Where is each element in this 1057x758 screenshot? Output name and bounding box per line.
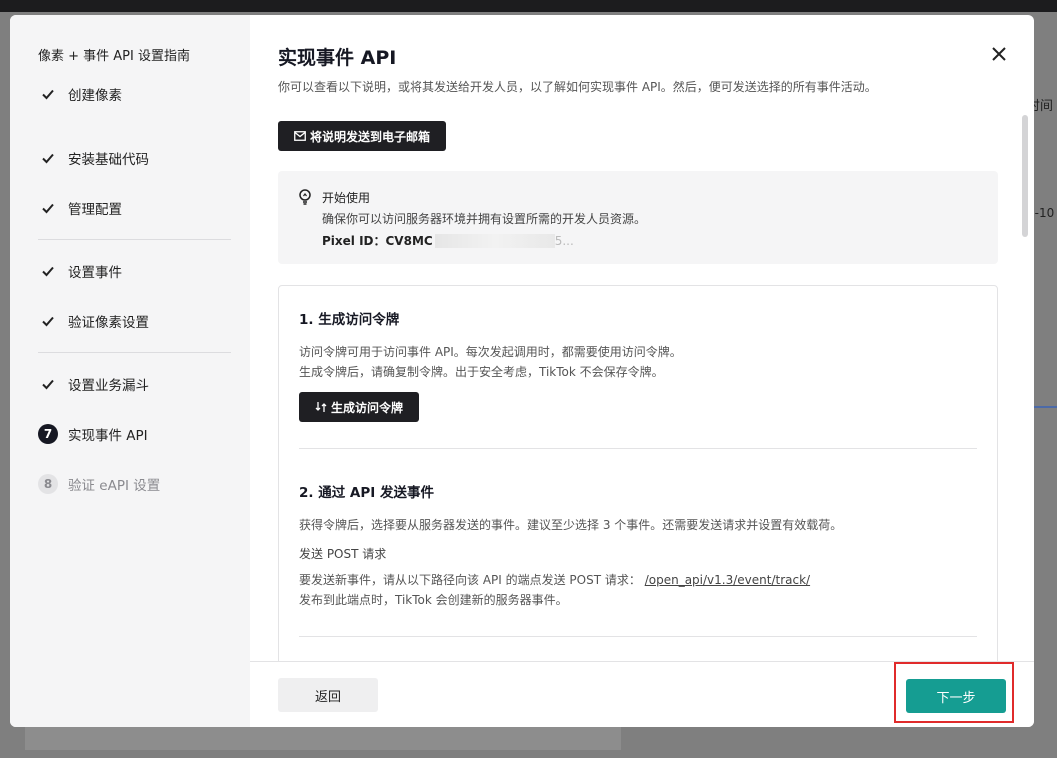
step-verify-pixel[interactable]: 验证像素设置 xyxy=(38,296,231,346)
check-icon xyxy=(38,374,58,394)
check-icon xyxy=(38,84,58,104)
step-label: 验证 eAPI 设置 xyxy=(68,478,161,494)
generate-token-button[interactable]: 生成访问令牌 xyxy=(299,392,420,422)
card-divider xyxy=(299,636,977,637)
check-icon xyxy=(38,261,58,281)
section-title: 1. 生成访问令牌 xyxy=(299,312,400,328)
step-label: 设置事件 xyxy=(68,265,122,281)
check-icon xyxy=(38,198,58,218)
info-title: 开始使用 xyxy=(322,191,371,205)
pixel-id-suffix: 5... xyxy=(554,233,574,248)
modal-footer: 返回 下一步 xyxy=(250,661,1034,727)
guide-sidebar: 像素 + 事件 API 设置指南 创建像素 安装基础代码 管理配置 设置事件 验… xyxy=(10,15,250,727)
step-setup-events[interactable]: 设置事件 xyxy=(38,246,231,296)
step-label: 实现事件 API xyxy=(68,428,148,444)
send-email-label: 将说明发送到电子邮箱 xyxy=(310,129,431,144)
main-panel: 实现事件 API 你可以查看以下说明，或将其发送给开发人员，以了解如何实现事件 … xyxy=(250,15,1034,727)
background-strip xyxy=(25,726,621,750)
background-line xyxy=(1032,406,1057,408)
step-label: 管理配置 xyxy=(68,202,122,218)
mail-icon xyxy=(294,131,306,141)
top-bar xyxy=(0,0,1057,12)
back-button[interactable]: 返回 xyxy=(278,678,378,712)
sidebar-title: 像素 + 事件 API 设置指南 xyxy=(38,49,190,64)
lightbulb-icon xyxy=(298,189,314,264)
post-description: 要发送新事件，请从以下路径向该 API 的端点发送 POST 请求： xyxy=(299,573,641,587)
card-divider xyxy=(299,448,977,449)
post-heading: 发送 POST 请求 xyxy=(299,547,387,561)
next-button[interactable]: 下一步 xyxy=(906,679,1006,713)
generate-token-label: 生成访问令牌 xyxy=(331,400,404,415)
page-title: 实现事件 API xyxy=(278,47,397,69)
post-note: 发布到此端点时，TikTok 会创建新的服务器事件。 xyxy=(299,593,568,607)
section-title: 2. 通过 API 发送事件 xyxy=(299,485,434,501)
setup-guide-modal: 像素 + 事件 API 设置指南 创建像素 安装基础代码 管理配置 设置事件 验… xyxy=(10,15,1034,727)
endpoint-link[interactable]: /open_api/v1.3/event/track/ xyxy=(645,573,810,587)
post-text: 要发送新事件，请从以下路径向该 API 的端点发送 POST 请求： /open… xyxy=(299,570,977,590)
step-label: 安装基础代码 xyxy=(68,152,149,168)
step-label: 创建像素 xyxy=(68,88,122,104)
send-email-button[interactable]: 将说明发送到电子邮箱 xyxy=(278,121,447,151)
step-implement-events-api[interactable]: 7 实现事件 API xyxy=(38,409,231,459)
pixel-id-redacted xyxy=(434,233,555,248)
step-manage-config[interactable]: 管理配置 xyxy=(38,183,231,233)
instructions-card: 1. 生成访问令牌 访问令牌可用于访问事件 API。每次发起调用时，都需要使用访… xyxy=(278,285,998,661)
step-business-funnel[interactable]: 设置业务漏斗 xyxy=(38,359,231,409)
section-text: 访问令牌可用于访问事件 API。每次发起调用时，都需要使用访问令牌。 xyxy=(299,345,682,359)
step-verify-eapi: 8 验证 eAPI 设置 xyxy=(38,459,231,509)
info-content: 开始使用 确保你可以访问服务器环境并拥有设置所需的开发人员资源。 Pixel I… xyxy=(322,189,646,264)
section-text: 生成令牌后，请确复制令牌。出于安全考虑，TikTok 不会保存令牌。 xyxy=(299,365,664,379)
step-number-badge: 8 xyxy=(38,474,58,494)
step-label: 验证像素设置 xyxy=(68,315,149,331)
sidebar-divider xyxy=(38,352,231,353)
sidebar-divider xyxy=(38,239,231,240)
check-icon xyxy=(38,311,58,331)
content-area: 实现事件 API 你可以查看以下说明，或将其发送给开发人员，以了解如何实现事件 … xyxy=(250,15,1034,661)
step-create-pixel[interactable]: 创建像素 xyxy=(38,83,231,105)
check-icon xyxy=(38,148,58,168)
token-icon xyxy=(315,402,327,412)
step-install-base-code[interactable]: 安装基础代码 xyxy=(38,133,231,183)
step-label: 设置业务漏斗 xyxy=(68,378,149,394)
getting-started-box: 开始使用 确保你可以访问服务器环境并拥有设置所需的开发人员资源。 Pixel I… xyxy=(278,171,998,264)
info-text: 确保你可以访问服务器环境并拥有设置所需的开发人员资源。 xyxy=(322,212,647,226)
pixel-id-label: Pixel ID：CV8MC xyxy=(322,234,433,248)
page-description: 你可以查看以下说明，或将其发送给开发人员，以了解如何实现事件 API。然后，便可… xyxy=(278,80,877,94)
pixel-id: Pixel ID：CV8MC 5... xyxy=(322,232,646,249)
step-number-badge: 7 xyxy=(38,424,58,444)
section-text: 获得令牌后，选择要从服务器发送的事件。建议至少选择 3 个事件。还需要发送请求并… xyxy=(299,518,843,532)
